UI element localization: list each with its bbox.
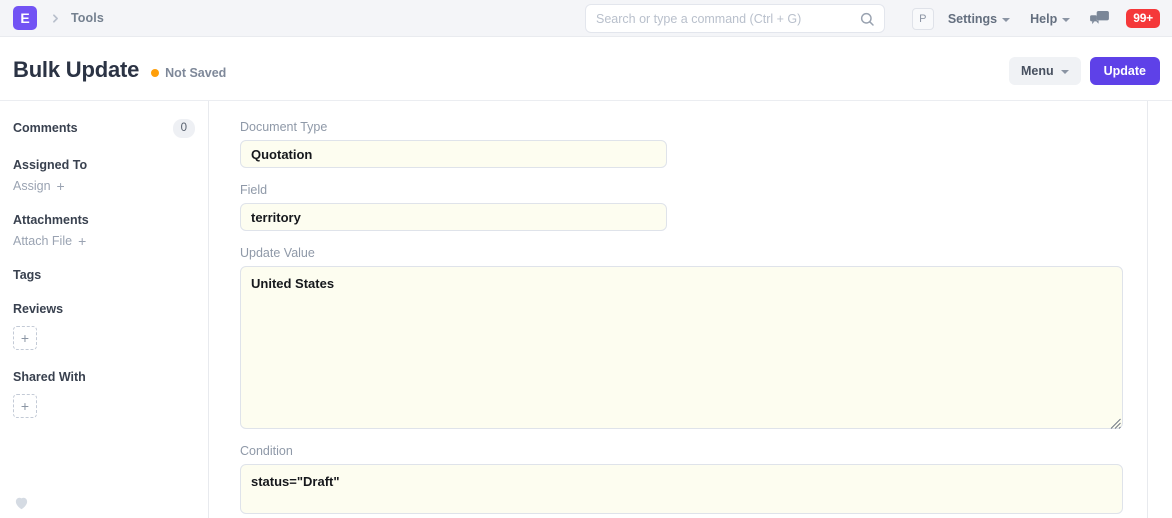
chevron-down-icon [1062, 18, 1070, 22]
document-type-label: Document Type [240, 120, 1123, 134]
attach-file-button[interactable]: Attach File + [13, 234, 195, 248]
assign-button[interactable]: Assign + [13, 179, 195, 193]
field-field: Field [240, 183, 1123, 231]
add-review-button[interactable]: + [13, 326, 37, 350]
notification-badge[interactable]: 99+ [1126, 9, 1160, 28]
page-title: Bulk Update [13, 57, 139, 83]
help-menu[interactable]: Help [1030, 12, 1070, 26]
condition-label: Condition [240, 444, 1123, 458]
top-navbar: E Tools P Settings Help [0, 0, 1172, 37]
help-label: Help [1030, 12, 1057, 26]
avatar[interactable]: P [912, 8, 934, 30]
condition-shell [240, 464, 1123, 514]
menu-button[interactable]: Menu [1009, 57, 1081, 85]
form-main: Document Type Field Update Value Conditi… [209, 101, 1148, 518]
navbar-left: E Tools [0, 6, 104, 30]
search-box[interactable] [585, 4, 885, 33]
chat-bubbles-icon[interactable] [1090, 11, 1109, 27]
field-document-type: Document Type [240, 120, 1123, 168]
field-input[interactable] [240, 203, 667, 231]
plus-icon: + [57, 179, 65, 193]
status-indicator: Not Saved [151, 66, 226, 80]
field-update-value: Update Value [240, 246, 1123, 429]
search-icon[interactable] [859, 11, 875, 27]
heart-icon[interactable] [14, 496, 29, 510]
settings-label: Settings [948, 12, 997, 26]
condition-textarea[interactable] [240, 464, 1123, 514]
sidebar-section-shared-with: Shared With + [13, 370, 195, 418]
sidebar-section-attachments: Attachments Attach File + [13, 213, 195, 248]
field-condition: Condition [240, 444, 1123, 514]
settings-menu[interactable]: Settings [948, 12, 1010, 26]
update-value-textarea[interactable] [240, 266, 1123, 429]
page-header: Bulk Update Not Saved Menu Update [0, 37, 1172, 101]
reviews-label: Reviews [13, 302, 195, 316]
status-dot-icon [151, 69, 159, 77]
shared-with-label: Shared With [13, 370, 195, 384]
document-type-input[interactable] [240, 140, 667, 168]
status-badge: Not Saved [165, 66, 226, 80]
tags-label: Tags [13, 268, 195, 282]
chevron-right-icon [49, 12, 62, 25]
chevron-down-icon [1002, 18, 1010, 22]
navbar-right: P Settings Help 99+ [912, 0, 1160, 37]
attachments-label: Attachments [13, 213, 195, 227]
comments-label: Comments [13, 121, 78, 135]
page-body: Comments 0 Assigned To Assign + Attachme… [0, 101, 1172, 518]
assign-label: Assign [13, 179, 51, 193]
brand-logo-icon[interactable]: E [13, 6, 37, 30]
comments-count-badge: 0 [173, 119, 195, 138]
page-title-row: Bulk Update Not Saved [13, 57, 226, 83]
navbar-search-area [585, 4, 885, 33]
plus-icon: + [78, 234, 86, 248]
sidebar-section-tags: Tags [13, 268, 195, 282]
sidebar-item-comments[interactable]: Comments 0 [13, 119, 195, 138]
update-value-shell [240, 266, 1123, 429]
update-button[interactable]: Update [1090, 57, 1160, 85]
add-shared-user-button[interactable]: + [13, 394, 37, 418]
chevron-down-icon [1061, 70, 1069, 74]
breadcrumb-tools[interactable]: Tools [71, 11, 104, 25]
field-label: Field [240, 183, 1123, 197]
update-value-label: Update Value [240, 246, 1123, 260]
attach-file-label: Attach File [13, 234, 72, 248]
sidebar-section-assigned-to: Assigned To Assign + [13, 158, 195, 193]
assigned-to-label: Assigned To [13, 158, 195, 172]
menu-button-label: Menu [1021, 64, 1054, 78]
form-sidebar: Comments 0 Assigned To Assign + Attachme… [0, 101, 209, 518]
sidebar-section-reviews: Reviews + [13, 302, 195, 350]
search-input[interactable] [586, 5, 884, 32]
page-actions: Menu Update [1009, 57, 1160, 85]
